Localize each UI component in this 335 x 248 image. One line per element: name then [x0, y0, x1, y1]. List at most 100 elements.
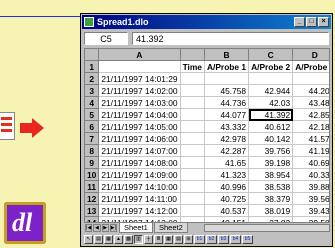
row-header[interactable]: 3 — [85, 84, 100, 97]
row-header[interactable]: 5 — [85, 108, 100, 121]
cell[interactable] — [180, 120, 205, 133]
channel-b2-button[interactable]: b2 — [206, 235, 217, 244]
cell[interactable]: 40.725 — [204, 192, 250, 205]
cell[interactable]: 21/11/1997 14:07:00 — [98, 144, 181, 157]
cell[interactable]: 39.198 — [248, 156, 294, 169]
cell[interactable]: 44.736 — [204, 96, 250, 109]
column-header[interactable]: B — [204, 49, 250, 61]
last-sheet-button[interactable]: ▶| — [109, 224, 117, 232]
cell[interactable]: 21/11/1997 14:04:00 — [98, 108, 181, 121]
grid-tool-icon[interactable]: ▩ — [124, 235, 133, 244]
cell[interactable] — [248, 72, 294, 85]
cell[interactable] — [180, 72, 205, 85]
cell[interactable]: 42.287 — [204, 144, 250, 157]
row-header[interactable]: 11 — [85, 180, 100, 193]
cell[interactable]: 21/11/1997 14:09:00 — [98, 168, 181, 181]
cell[interactable]: 43.332 — [204, 120, 250, 133]
close-button[interactable]: × — [318, 17, 329, 27]
active-cell[interactable]: 41.392 — [248, 108, 294, 121]
cell[interactable]: 40.537 — [204, 204, 250, 217]
cell[interactable]: 41.578 — [292, 132, 329, 145]
cell[interactable]: 41.65 — [204, 156, 250, 169]
cell[interactable] — [98, 60, 181, 73]
channel-b3-button[interactable]: b3 — [218, 235, 229, 244]
cell[interactable]: 44.077 — [204, 108, 250, 121]
cell[interactable] — [204, 72, 250, 85]
column-header[interactable] — [180, 49, 205, 61]
formula-input[interactable]: 41.392 — [132, 32, 329, 45]
row-header[interactable]: 7 — [85, 132, 100, 145]
layout-view-icon[interactable]: ▤ — [174, 235, 183, 244]
table-tool-icon[interactable]: ▦ — [104, 235, 113, 244]
cell[interactable] — [180, 204, 205, 217]
cell[interactable]: 42.853 — [292, 108, 329, 121]
graph-tool-icon[interactable]: ▲ — [114, 235, 123, 244]
cell[interactable]: 39.563 — [292, 192, 329, 205]
cell[interactable]: 41.323 — [204, 168, 250, 181]
cell[interactable]: 21/11/1997 14:06:00 — [98, 132, 181, 145]
cell[interactable]: 40.142 — [248, 132, 294, 145]
arrow-tool-icon[interactable]: ↖ — [84, 235, 93, 244]
cols-view-icon[interactable]: ▦ — [164, 235, 173, 244]
cell[interactable]: 21/11/1997 14:01:29 — [98, 72, 181, 85]
spreadsheet-grid[interactable]: ABCDE1TimeA/Probe 1A/Probe 2A/Probe 3A/P… — [84, 48, 330, 223]
cell[interactable] — [180, 96, 205, 109]
row-header[interactable]: 8 — [85, 144, 100, 157]
cell[interactable]: 39.431 — [292, 204, 329, 217]
first-sheet-button[interactable]: |◀ — [85, 224, 93, 232]
cell[interactable]: 21/11/1997 14:03:00 — [98, 96, 181, 109]
zoom-tool-icon[interactable]: ⊞ — [184, 235, 193, 244]
cell[interactable]: Time — [180, 60, 205, 73]
row-header[interactable]: 4 — [85, 96, 100, 109]
cell[interactable]: 21/11/1997 14:10:00 — [98, 180, 181, 193]
channel-b4-button[interactable]: b4 — [230, 235, 241, 244]
row-header[interactable]: 10 — [85, 168, 100, 181]
cell[interactable] — [292, 72, 329, 85]
chart-tool-icon[interactable]: ▤ — [94, 235, 103, 244]
horizontal-scrollbar[interactable] — [204, 224, 330, 232]
cursor-tool-icon[interactable]: ┼ — [144, 235, 153, 244]
cell[interactable] — [180, 156, 205, 169]
cell[interactable]: 42.187 — [292, 120, 329, 133]
cell[interactable] — [180, 168, 205, 181]
row-header[interactable]: 6 — [85, 120, 100, 133]
column-header[interactable]: D — [292, 49, 329, 61]
cell[interactable] — [180, 144, 205, 157]
cell[interactable] — [180, 180, 205, 193]
cell[interactable]: 42.03 — [248, 96, 294, 109]
column-header[interactable]: C — [248, 49, 294, 61]
maximize-button[interactable]: □ — [306, 17, 317, 27]
cell[interactable]: 40.336 — [292, 168, 329, 181]
cell[interactable]: 39.889 — [292, 180, 329, 193]
window-titlebar[interactable]: Spread1.dlo _ □ × — [82, 15, 331, 29]
prev-sheet-button[interactable]: ◀ — [93, 224, 101, 232]
channel-b5-button[interactable]: b5 — [242, 235, 253, 244]
cell[interactable]: 21/11/1997 14:08:00 — [98, 156, 181, 169]
row-header[interactable]: 12 — [85, 192, 100, 205]
cell[interactable] — [180, 84, 205, 97]
next-sheet-button[interactable]: ▶ — [101, 224, 109, 232]
cell[interactable]: A/Probe 2 — [248, 60, 294, 73]
list-view-icon[interactable]: ≣ — [154, 235, 163, 244]
cell-reference-box[interactable]: C5 — [84, 32, 128, 45]
sheet-tab-2[interactable]: Sheet2 — [154, 223, 188, 233]
cell[interactable]: 21/11/1997 14:05:00 — [98, 120, 181, 133]
minimize-button[interactable]: _ — [294, 17, 305, 27]
cell[interactable]: 38.538 — [248, 180, 294, 193]
cell[interactable]: 42.978 — [204, 132, 250, 145]
cell[interactable]: 40.693 — [292, 156, 329, 169]
cell[interactable]: 39.756 — [248, 144, 294, 157]
corner-cell[interactable] — [85, 49, 100, 61]
cell[interactable]: 21/11/1997 14:02:00 — [98, 84, 181, 97]
cell[interactable]: 21/11/1997 14:12:00 — [98, 204, 181, 217]
cell[interactable]: 38.019 — [248, 204, 294, 217]
row-header[interactable]: 13 — [85, 204, 100, 217]
cell[interactable]: 44.207 — [292, 84, 329, 97]
cell[interactable]: 41.192 — [292, 144, 329, 157]
row-header[interactable]: 2 — [85, 72, 100, 85]
cell[interactable]: 38.954 — [248, 168, 294, 181]
row-header[interactable]: 1 — [85, 60, 100, 73]
cell[interactable]: 40.996 — [204, 180, 250, 193]
cell[interactable]: 21/11/1997 14:11:00 — [98, 192, 181, 205]
cell[interactable]: A/Probe 3 — [292, 60, 329, 73]
